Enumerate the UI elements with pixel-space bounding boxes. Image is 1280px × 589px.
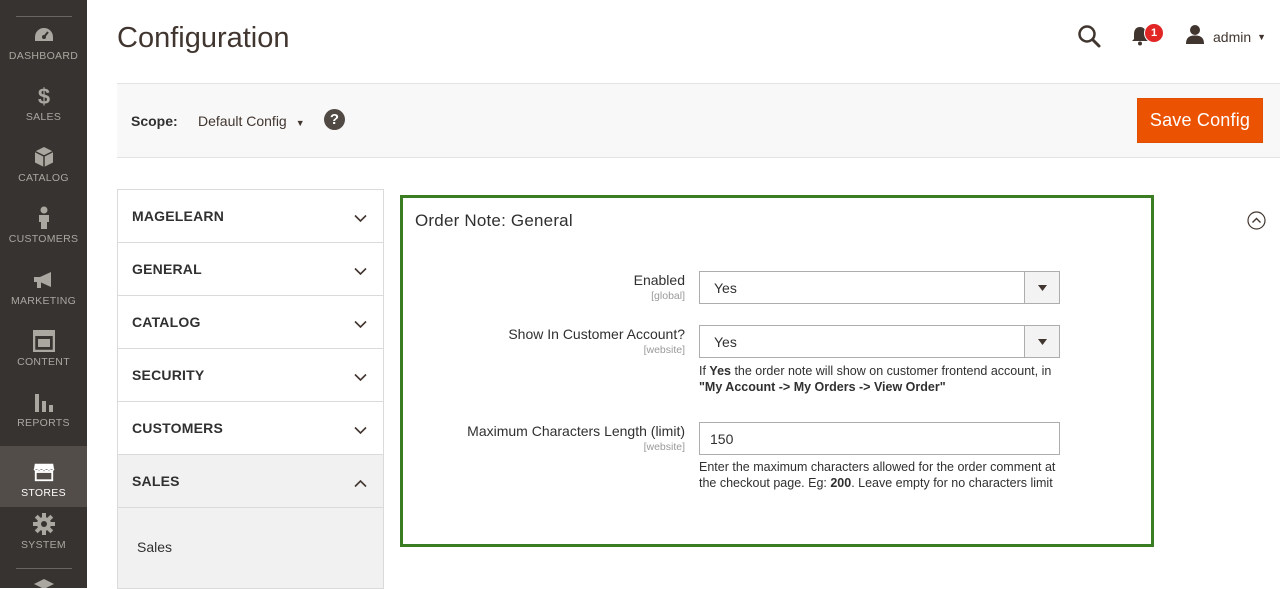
tab-customers[interactable]: CUSTOMERS bbox=[118, 402, 383, 455]
chevron-down-icon: ▼ bbox=[295, 118, 305, 128]
sidebar-item-label: MARKETING bbox=[10, 295, 77, 307]
dollar-icon: $ bbox=[33, 85, 55, 107]
tab-sales-item-sales[interactable]: Sales bbox=[137, 539, 172, 555]
save-config-button[interactable]: Save Config bbox=[1137, 98, 1263, 143]
sidebar-item-content[interactable]: CONTENT bbox=[0, 316, 87, 376]
user-icon bbox=[1185, 24, 1205, 49]
show-in-account-select[interactable]: Yes bbox=[699, 325, 1060, 358]
enabled-scope-hint: [global] bbox=[651, 290, 685, 302]
scope-label: Scope: bbox=[131, 113, 178, 129]
sidebar-bottom-divider bbox=[16, 568, 72, 569]
sidebar-item-label: SALES bbox=[25, 111, 62, 123]
user-account-menu[interactable]: admin ▼ bbox=[1185, 24, 1266, 49]
chevron-down-icon bbox=[354, 210, 367, 228]
admin-sidebar: DASHBOARD $ SALES CATALOG CUSTOMERS MARK… bbox=[0, 0, 87, 588]
sidebar-item-marketing[interactable]: MARKETING bbox=[0, 255, 87, 315]
show-in-account-scope-hint: [website] bbox=[643, 344, 685, 356]
chevron-down-icon bbox=[354, 316, 367, 334]
chevron-down-icon bbox=[354, 422, 367, 440]
tab-label: CUSTOMERS bbox=[132, 420, 223, 436]
tab-sales-items: Sales bbox=[118, 508, 383, 588]
tab-label: MAGELEARN bbox=[132, 208, 225, 224]
gear-icon bbox=[32, 513, 55, 535]
enabled-select-value: Yes bbox=[714, 280, 737, 296]
note-bold-text: Yes bbox=[709, 364, 731, 378]
tab-label: SECURITY bbox=[132, 367, 205, 383]
svg-text:$: $ bbox=[37, 85, 49, 107]
megaphone-icon bbox=[33, 269, 55, 291]
help-icon[interactable]: ? bbox=[324, 109, 345, 130]
max-length-scope-hint: [website] bbox=[643, 441, 685, 453]
notification-count-badge[interactable]: 1 bbox=[1144, 23, 1164, 43]
scope-toolbar: Scope: Default Config ▼ ? Save Config bbox=[117, 83, 1280, 158]
user-name: admin bbox=[1213, 28, 1252, 45]
storefront-icon bbox=[32, 461, 55, 483]
collapse-section-icon[interactable] bbox=[1247, 211, 1266, 235]
max-length-label: Maximum Characters Length (limit) bbox=[467, 423, 685, 439]
sidebar-item-label: REPORTS bbox=[17, 417, 70, 429]
partners-icon[interactable] bbox=[33, 577, 55, 588]
show-in-account-label: Show In Customer Account? bbox=[508, 326, 685, 342]
tab-label: GENERAL bbox=[132, 261, 202, 277]
tab-general[interactable]: GENERAL bbox=[118, 243, 383, 296]
page-title: Configuration bbox=[117, 22, 290, 54]
sidebar-item-stores[interactable]: STORES bbox=[0, 446, 87, 507]
sidebar-item-label: SYSTEM bbox=[21, 539, 66, 551]
search-icon[interactable] bbox=[1077, 24, 1101, 53]
enabled-label: Enabled bbox=[633, 272, 685, 288]
chevron-down-icon bbox=[354, 369, 367, 387]
sidebar-item-label: CONTENT bbox=[17, 356, 70, 368]
max-length-input[interactable] bbox=[699, 422, 1060, 455]
show-in-account-note: If Yes the order note will show on custo… bbox=[699, 363, 1064, 395]
note-text: the order note will show on customer fro… bbox=[730, 364, 1052, 378]
sidebar-item-label: STORES bbox=[21, 487, 66, 499]
sidebar-item-catalog[interactable]: CATALOG bbox=[0, 132, 87, 192]
tab-label: CATALOG bbox=[132, 314, 201, 330]
chevron-up-icon bbox=[354, 475, 367, 493]
config-tabs: MAGELEARN GENERAL CATALOG SECURITY CUSTO… bbox=[117, 189, 384, 589]
content-layout-icon bbox=[32, 330, 55, 352]
section-title: Order Note: General bbox=[415, 211, 573, 230]
tab-security[interactable]: SECURITY bbox=[118, 349, 383, 402]
sidebar-item-label: DASHBOARD bbox=[8, 50, 79, 62]
sidebar-item-sales[interactable]: $ SALES bbox=[0, 71, 87, 131]
tab-catalog[interactable]: CATALOG bbox=[118, 296, 383, 349]
show-in-account-select-value: Yes bbox=[714, 334, 737, 350]
note-bold-text: 200 bbox=[830, 476, 852, 490]
note-text: If bbox=[699, 364, 710, 378]
scope-value: Default Config bbox=[198, 113, 287, 129]
sidebar-item-reports[interactable]: REPORTS bbox=[0, 377, 87, 437]
box-icon bbox=[33, 146, 55, 168]
scope-switcher[interactable]: Default Config ▼ bbox=[198, 113, 305, 129]
person-icon bbox=[33, 206, 55, 229]
dashboard-icon bbox=[33, 24, 55, 46]
sidebar-item-label: CUSTOMERS bbox=[8, 233, 79, 245]
bar-chart-icon bbox=[33, 391, 55, 413]
sidebar-item-customers[interactable]: CUSTOMERS bbox=[0, 193, 87, 253]
note-path-text: "My Account -> My Orders -> View Order" bbox=[699, 380, 946, 394]
sidebar-item-dashboard[interactable]: DASHBOARD bbox=[0, 10, 87, 70]
tab-magelearn[interactable]: MAGELEARN bbox=[118, 190, 383, 243]
chevron-down-icon bbox=[354, 263, 367, 281]
enabled-select[interactable]: Yes bbox=[699, 271, 1060, 304]
tab-label: SALES bbox=[132, 473, 180, 489]
chevron-down-icon: ▼ bbox=[1257, 31, 1267, 42]
select-arrow-icon bbox=[1024, 272, 1059, 303]
sidebar-item-label: CATALOG bbox=[18, 172, 69, 184]
sidebar-item-system[interactable]: SYSTEM bbox=[0, 499, 87, 559]
max-length-note: Enter the maximum characters allowed for… bbox=[699, 459, 1057, 491]
tab-sales[interactable]: SALES bbox=[118, 455, 383, 508]
note-text: . Leave empty for no characters limit bbox=[851, 476, 1053, 490]
select-arrow-icon bbox=[1024, 326, 1059, 357]
